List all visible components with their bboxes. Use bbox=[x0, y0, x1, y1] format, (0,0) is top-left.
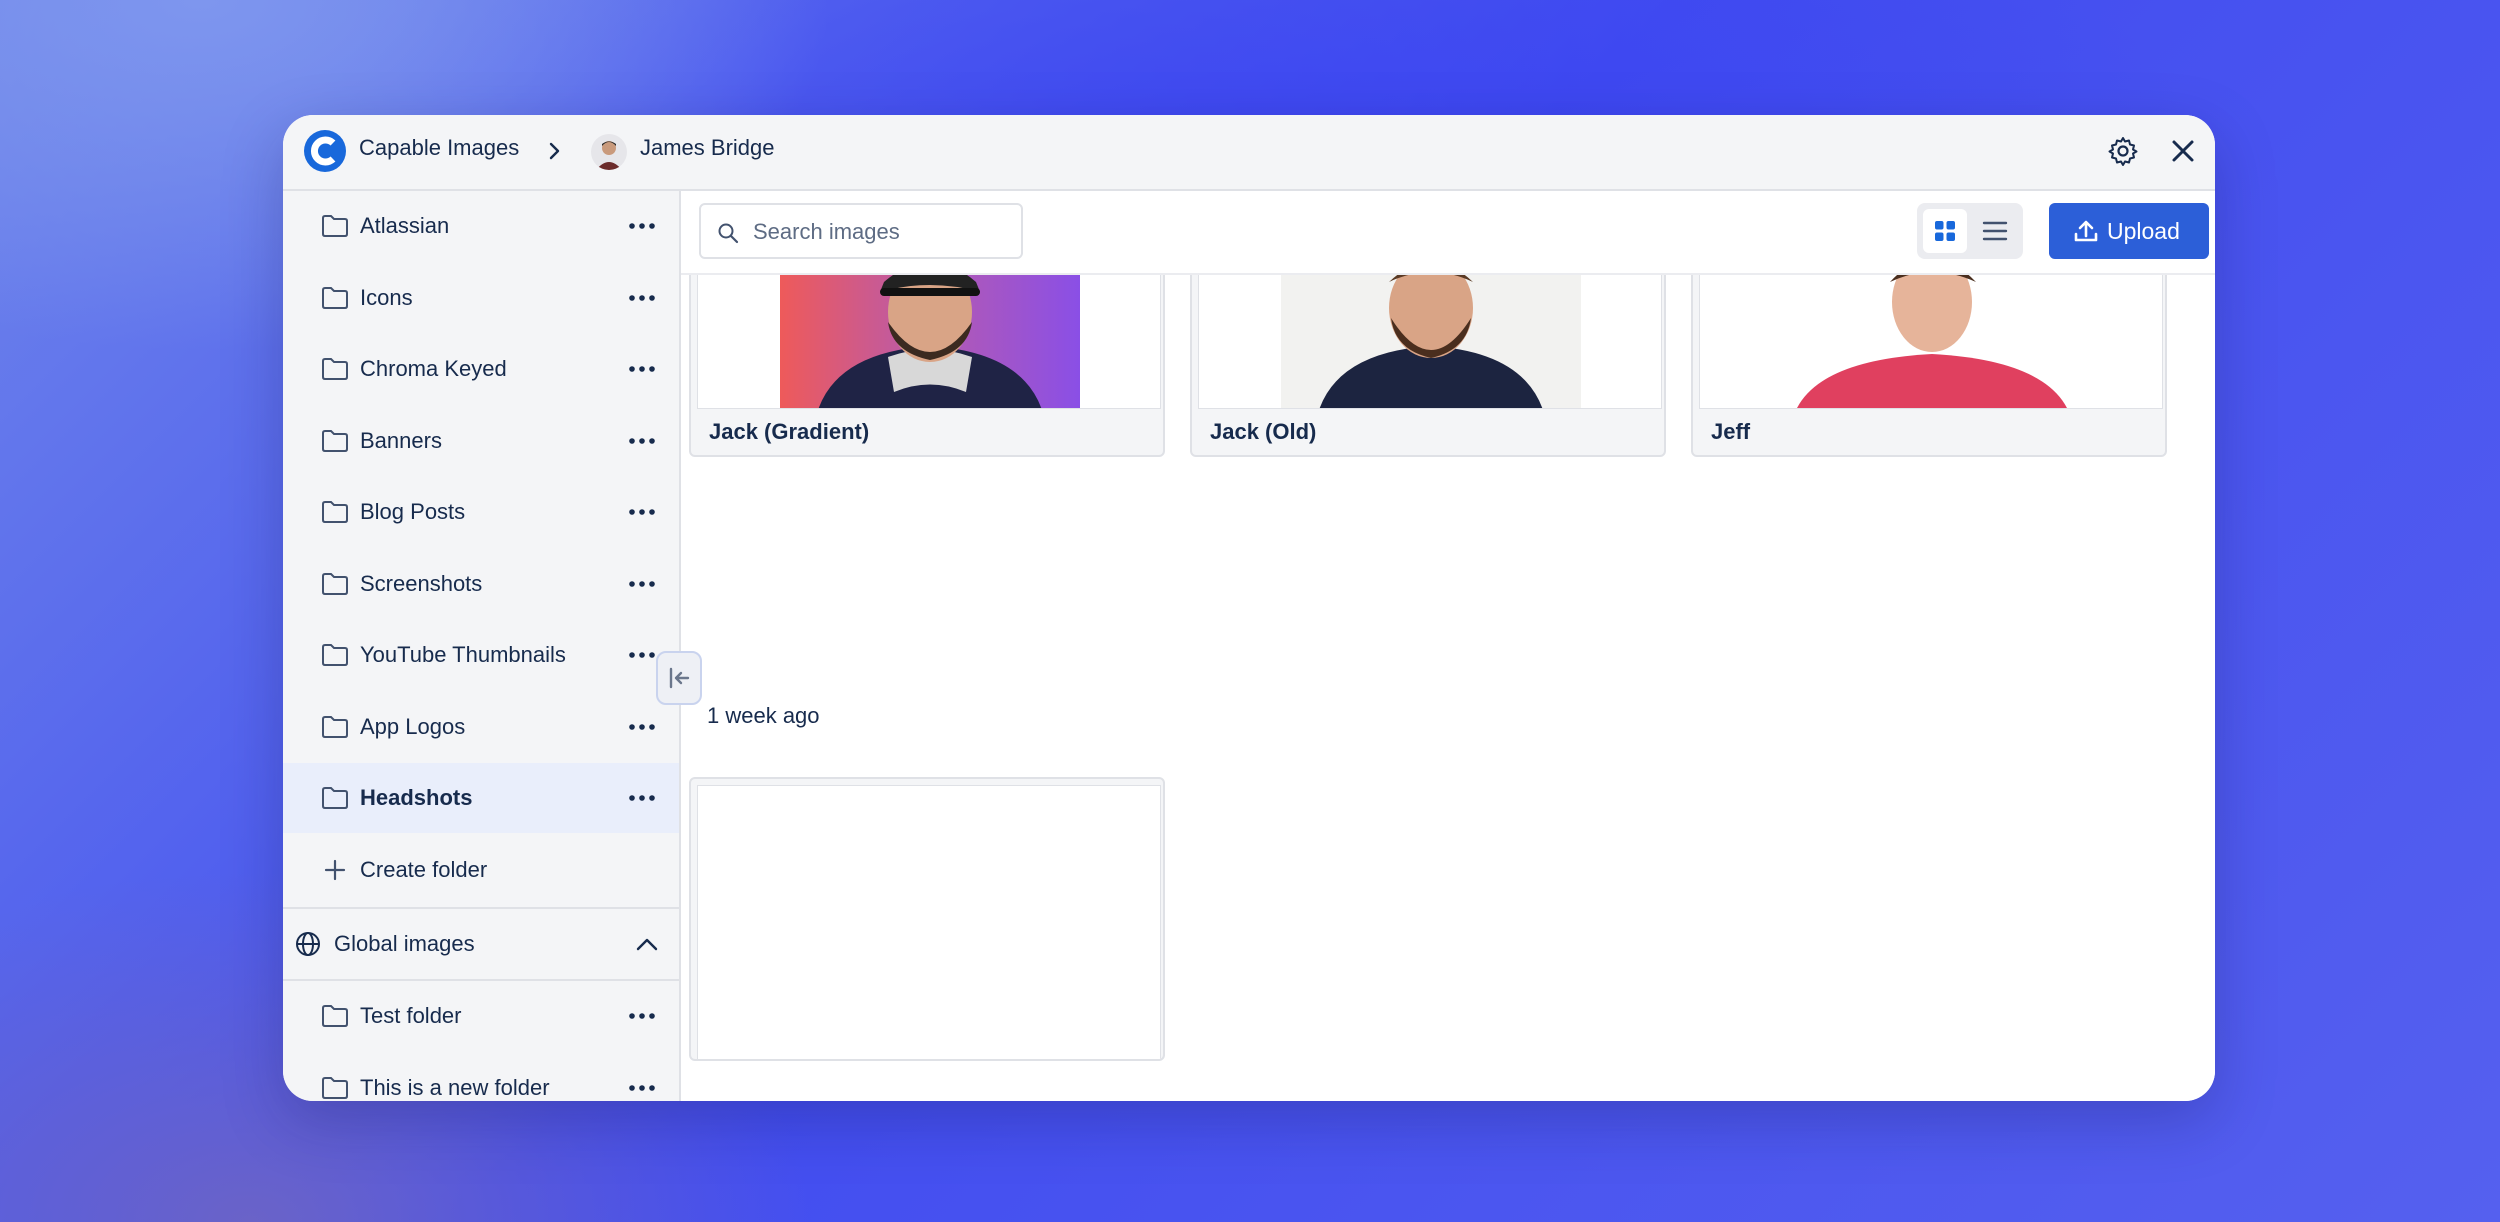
folder-icon bbox=[322, 358, 348, 380]
folder-label: Test folder bbox=[360, 1003, 462, 1028]
upload-button[interactable]: Upload bbox=[2049, 203, 2209, 259]
more-options-icon[interactable] bbox=[627, 722, 657, 732]
list-view-button[interactable] bbox=[1973, 209, 2017, 253]
folder-icon bbox=[322, 215, 348, 237]
folder-label: Chroma Keyed bbox=[360, 356, 507, 381]
search-icon bbox=[718, 223, 739, 244]
close-icon[interactable] bbox=[2169, 137, 2197, 165]
folder-icon bbox=[322, 787, 348, 809]
sidebar-folder-youtube-thumbnails[interactable]: YouTube Thumbnails bbox=[283, 620, 679, 690]
search-box[interactable] bbox=[699, 203, 1023, 259]
chevron-right-icon bbox=[549, 142, 560, 160]
global-images-section-toggle[interactable]: Global images bbox=[283, 909, 679, 979]
folder-icon bbox=[322, 644, 348, 666]
breadcrumb-user[interactable]: James Bridge bbox=[640, 135, 775, 161]
sidebar-folder-icons[interactable]: Icons bbox=[283, 263, 679, 333]
gallery-toolbar: Upload bbox=[681, 191, 2215, 275]
upload-icon bbox=[2074, 220, 2098, 242]
more-options-icon[interactable] bbox=[627, 364, 657, 374]
folder-icon bbox=[322, 287, 348, 309]
folder-label: Banners bbox=[360, 428, 442, 453]
image-title: Jack (Gradient) bbox=[709, 419, 870, 444]
more-options-icon[interactable] bbox=[627, 293, 657, 303]
sidebar-folder-chroma-keyed[interactable]: Chroma Keyed bbox=[283, 334, 679, 404]
search-input[interactable] bbox=[751, 213, 1015, 251]
capable-logo-icon bbox=[304, 130, 346, 172]
view-mode-toggle bbox=[1917, 203, 2023, 259]
sidebar-folder-test-folder[interactable]: Test folder bbox=[283, 981, 679, 1051]
list-icon bbox=[1982, 221, 2008, 241]
globe-icon bbox=[296, 932, 320, 956]
sidebar-folder-blog-posts[interactable]: Blog Posts bbox=[283, 477, 679, 547]
upload-label: Upload bbox=[2107, 218, 2180, 244]
folder-label: This is a new folder bbox=[360, 1075, 550, 1100]
sidebar-folder-app-logos[interactable]: App Logos bbox=[283, 692, 679, 762]
folder-label: YouTube Thumbnails bbox=[360, 642, 566, 667]
image-time: 1 week ago bbox=[707, 703, 820, 728]
folder-icon bbox=[322, 1005, 348, 1027]
more-options-icon[interactable] bbox=[627, 1011, 657, 1021]
image-card[interactable] bbox=[689, 777, 1165, 1061]
more-options-icon[interactable] bbox=[627, 579, 657, 589]
chevron-up-icon[interactable] bbox=[635, 936, 659, 952]
more-options-icon[interactable] bbox=[627, 650, 657, 660]
folder-label: Icons bbox=[360, 285, 413, 310]
sidebar-folder-banners[interactable]: Banners bbox=[283, 406, 679, 476]
collapse-sidebar-button[interactable] bbox=[656, 651, 702, 705]
folder-label: App Logos bbox=[360, 714, 466, 739]
app-window: Capable Images James Bridge Atlassian Ic… bbox=[283, 115, 2215, 1101]
folder-icon bbox=[322, 501, 348, 523]
global-images-label: Global images bbox=[334, 931, 475, 956]
more-options-icon[interactable] bbox=[627, 793, 657, 803]
more-options-icon[interactable] bbox=[627, 1083, 657, 1093]
folder-label: Atlassian bbox=[360, 213, 450, 238]
folder-icon bbox=[322, 716, 348, 738]
folder-sidebar: Atlassian Icons Chroma Keyed Banners Blo… bbox=[283, 191, 681, 1101]
create-folder-label: Create folder bbox=[360, 857, 488, 882]
folder-label: Headshots bbox=[360, 785, 473, 810]
folder-label: Screenshots bbox=[360, 571, 483, 596]
sidebar-folder-new-folder[interactable]: This is a new folder bbox=[283, 1053, 679, 1101]
image-gallery: Upload Jack (Gradient) 1 w bbox=[681, 191, 2215, 1101]
folder-icon bbox=[322, 1077, 348, 1099]
header-bar: Capable Images James Bridge bbox=[283, 115, 2215, 191]
image-thumbnail bbox=[697, 785, 1161, 1059]
sidebar-folder-headshots[interactable]: Headshots bbox=[283, 763, 679, 833]
grid-view-button[interactable] bbox=[1923, 209, 1967, 253]
folder-icon bbox=[322, 573, 348, 595]
app-title[interactable]: Capable Images bbox=[359, 135, 519, 161]
more-options-icon[interactable] bbox=[627, 507, 657, 517]
grid-icon bbox=[1935, 221, 1955, 241]
image-title: Jack (Old) bbox=[1210, 419, 1317, 444]
breadcrumb-avatar bbox=[591, 134, 627, 170]
more-options-icon[interactable] bbox=[627, 436, 657, 446]
sidebar-folder-screenshots[interactable]: Screenshots bbox=[283, 549, 679, 619]
settings-gear-icon[interactable] bbox=[2107, 135, 2139, 167]
folder-label: Blog Posts bbox=[360, 499, 466, 524]
plus-icon bbox=[324, 859, 346, 881]
more-options-icon[interactable] bbox=[627, 221, 657, 231]
create-folder-button[interactable]: Create folder bbox=[283, 835, 679, 905]
image-title: Jeff bbox=[1711, 419, 1751, 444]
sidebar-folder-atlassian[interactable]: Atlassian bbox=[283, 191, 679, 261]
collapse-left-icon bbox=[669, 667, 690, 689]
folder-icon bbox=[322, 430, 348, 452]
